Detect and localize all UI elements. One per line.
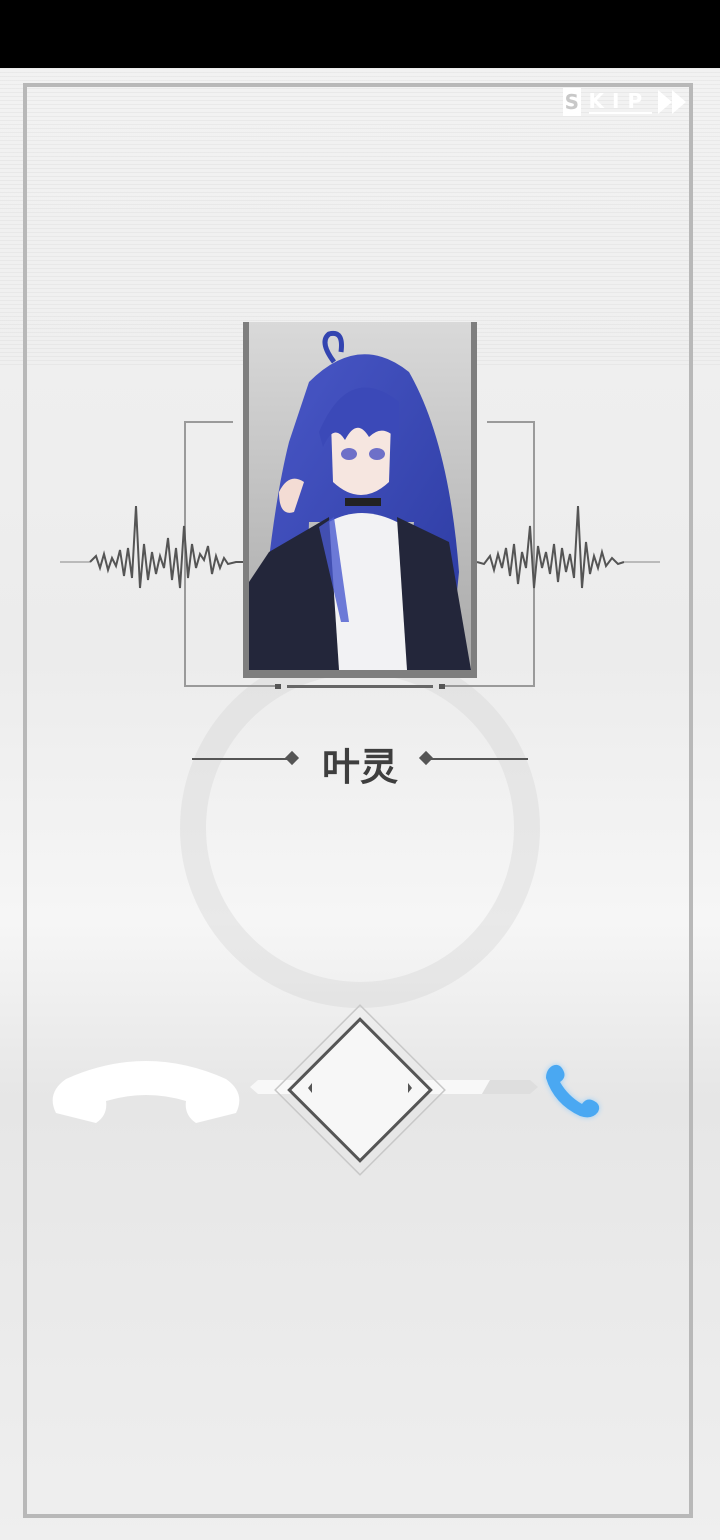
caller-name: 叶灵 [321,745,398,789]
skip-label: KIP [588,89,653,114]
call-slider-handle[interactable] [258,988,462,1192]
portrait-underline [275,684,445,689]
skip-letter-box: S [563,88,581,116]
phone-icon[interactable] [540,1058,606,1124]
caller-portrait [243,322,477,678]
skip-button[interactable]: S KIP [563,86,688,118]
call-screen: S KIP 叶灵 [0,68,720,1540]
hang-up-phone-icon[interactable] [46,1053,246,1133]
panel-frame [23,83,693,1518]
fast-forward-icon [658,90,687,114]
character-portrait-image [249,322,471,670]
